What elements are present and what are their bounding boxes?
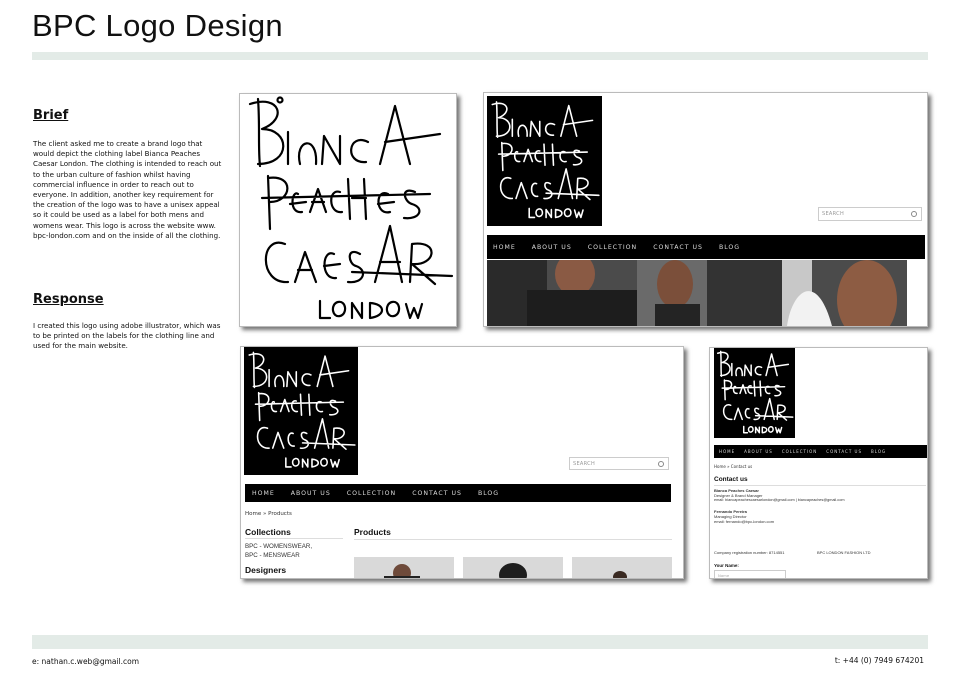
breadcrumb[interactable]: Home » Contact us	[714, 464, 752, 469]
site-logo-black	[714, 348, 795, 438]
bpc-logo-artwork	[248, 96, 454, 320]
nav-blog[interactable]: BLOG	[478, 490, 499, 497]
nav-home[interactable]: HOME	[493, 244, 516, 251]
nav-collection[interactable]: COLLECTION	[347, 490, 396, 497]
search-placeholder: SEARCH	[573, 460, 596, 467]
search-input[interactable]: SEARCH	[569, 457, 669, 470]
contact-heading: Contact us	[714, 476, 748, 483]
website-products-screenshot: SEARCH HOME ABOUT US COLLECTION CONTACT …	[240, 346, 684, 579]
products-heading: Products	[354, 527, 391, 537]
bpc-logo-artwork	[491, 101, 600, 219]
person1-email[interactable]: email: biancapeachescaesarlondon@gmail.c…	[714, 498, 844, 502]
collections-divider	[245, 538, 343, 539]
collection-link-womens[interactable]: BPC - WOMENSWEAR,	[245, 543, 312, 550]
name-input[interactable]: Name	[714, 570, 786, 578]
breadcrumb[interactable]: Home » Products	[245, 511, 292, 517]
nav-home[interactable]: HOME	[252, 490, 275, 497]
footer-divider	[32, 635, 928, 649]
brief-heading: Brief	[33, 108, 69, 123]
nav-blog[interactable]: BLOG	[871, 449, 886, 454]
site-nav: HOME ABOUT US COLLECTION CONTACT US BLOG	[714, 445, 927, 458]
site-nav: HOME ABOUT US COLLECTION CONTACT US BLOG	[487, 235, 925, 259]
footer-email: e: nathan.c.web@gmail.com	[32, 657, 140, 666]
site-nav: HOME ABOUT US COLLECTION CONTACT US BLOG	[245, 484, 671, 502]
product-thumb[interactable]	[463, 557, 563, 578]
site-logo-black	[244, 347, 358, 475]
collection-link-mens[interactable]: BPC - MENSWEAR	[245, 552, 300, 559]
brief-text: The client asked me to create a brand lo…	[33, 139, 222, 240]
nav-contact[interactable]: CONTACT US	[653, 244, 703, 251]
company-name: BPC LONDON FASHION LTD	[817, 550, 871, 555]
response-text: I created this logo using adobe illustra…	[33, 321, 221, 351]
bpc-logo-artwork	[716, 350, 794, 434]
search-input[interactable]: SEARCH	[818, 207, 922, 221]
search-placeholder: SEARCH	[822, 211, 845, 217]
product-thumb[interactable]	[572, 557, 672, 578]
search-icon[interactable]	[911, 211, 917, 217]
website-contact-screenshot: HOME ABOUT US COLLECTION CONTACT US BLOG…	[709, 347, 928, 579]
site-logo-black	[487, 96, 602, 226]
response-heading: Response	[33, 292, 104, 307]
nav-home[interactable]: HOME	[719, 449, 735, 454]
nav-collection[interactable]: COLLECTION	[782, 449, 817, 454]
search-icon[interactable]	[658, 460, 664, 467]
nav-about[interactable]: ABOUT US	[291, 490, 331, 497]
product-thumb[interactable]	[354, 557, 454, 578]
collections-heading: Collections	[245, 527, 291, 537]
designers-heading: Designers	[245, 565, 287, 575]
header-divider	[32, 52, 928, 60]
bpc-logo-artwork	[248, 351, 356, 468]
nav-about[interactable]: ABOUT US	[532, 244, 572, 251]
logo-large-white	[239, 93, 457, 327]
nav-collection[interactable]: COLLECTION	[588, 244, 637, 251]
website-home-screenshot: SEARCH HOME ABOUT US COLLECTION CONTACT …	[483, 92, 928, 327]
footer-phone: t: +44 (0) 7949 674201	[834, 656, 924, 665]
contact-divider	[714, 485, 926, 486]
company-registration: Company registration number: 8714551	[714, 550, 785, 555]
nav-blog[interactable]: BLOG	[719, 244, 740, 251]
page-title: BPC Logo Design	[32, 8, 283, 43]
nav-about[interactable]: ABOUT US	[744, 449, 773, 454]
nav-contact[interactable]: CONTACT US	[826, 449, 862, 454]
hero-photo	[487, 260, 907, 326]
form-name-label: Your Name:	[714, 563, 739, 568]
name-input-placeholder: Name	[718, 573, 730, 578]
products-divider	[354, 539, 672, 540]
nav-contact[interactable]: CONTACT US	[412, 490, 462, 497]
person2-email[interactable]: email: fernando@bpc-london.com	[714, 519, 774, 524]
